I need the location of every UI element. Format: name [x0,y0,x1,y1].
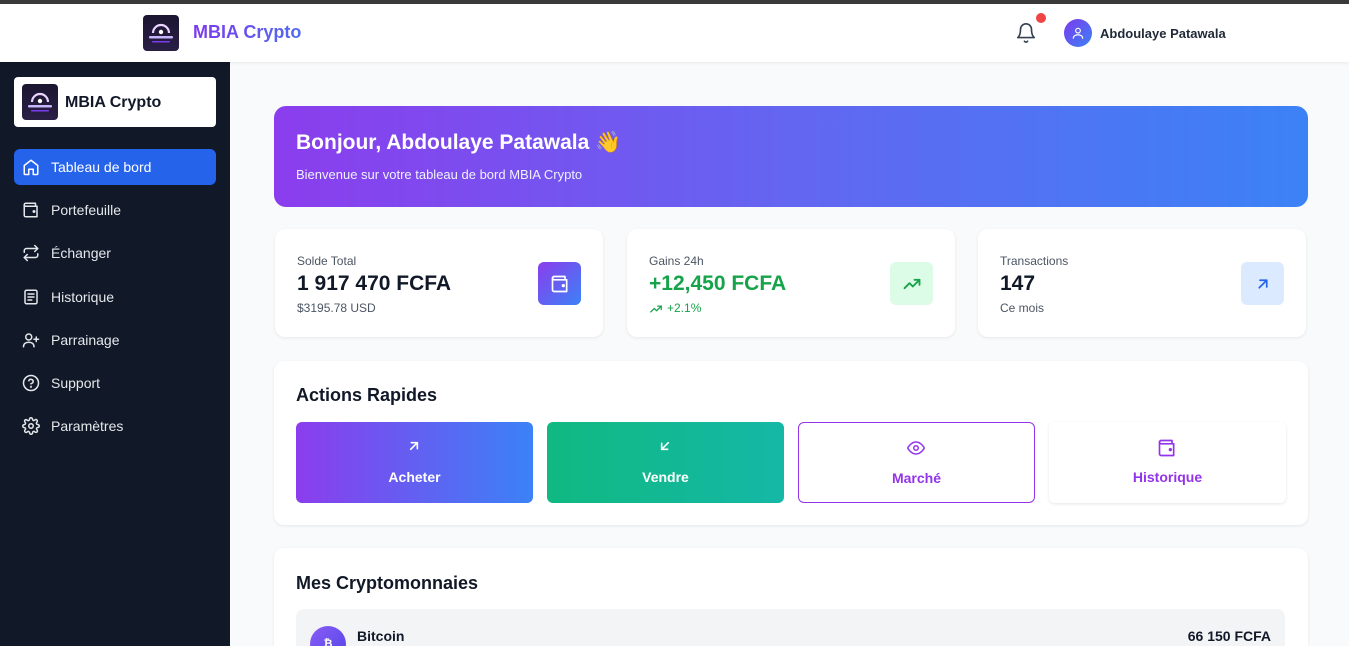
top-header: MBIA Crypto Abdoulaye Patawala [0,4,1349,62]
stat-card-total-balance: Solde Total 1 917 470 FCFA $3195.78 USD [275,229,603,337]
header-brand-name[interactable]: MBIA Crypto [193,22,301,43]
sidebar-item-wallet[interactable]: Portefeuille [14,192,216,228]
my-cryptos-title: Mes Cryptomonnaies [296,573,479,593]
stat-label: Transactions [1000,254,1069,268]
sell-button[interactable]: Vendre [547,422,784,503]
welcome-title: Bonjour, Abdoulaye Patawala 👋 [296,131,622,154]
svg-text:₿: ₿ [324,638,333,646]
sidebar-item-dashboard[interactable]: Tableau de bord [14,149,216,185]
help-icon [22,374,40,392]
sidebar-item-settings[interactable]: Paramètres [14,408,216,444]
list-item[interactable]: ₿ Bitcoin 66 150 FCFA [296,609,1285,646]
trending-up-icon [890,262,933,305]
avatar[interactable] [1064,19,1092,47]
sidebar-item-label: Portefeuille [51,202,122,218]
bell-icon[interactable] [1015,22,1037,44]
stat-card-gains-24h: Gains 24h +12,450 FCFA +2.1% [627,229,955,337]
welcome-banner: Bonjour, Abdoulaye Patawala 👋 Bienvenue … [274,106,1308,207]
sidebar-brand[interactable]: MBIA Crypto [14,77,216,127]
history-button-label: Historique [1132,469,1203,485]
sidebar-item-label: Échanger [51,245,111,261]
sidebar-item-history[interactable]: Historique [14,279,216,315]
my-cryptos-panel: Mes Cryptomonnaies ₿ Bitcoin 66 150 FCFA [274,548,1308,646]
sidebar-item-label: Support [51,375,101,391]
stat-sub: Ce mois [1000,301,1045,315]
trending-up-icon [650,305,662,313]
stat-label: Gains 24h [649,254,704,268]
wallet-icon [538,262,581,305]
sidebar-item-label: Historique [51,289,115,305]
user-plus-icon [22,333,40,348]
market-button-label: Marché [891,470,942,486]
buy-button-label: Acheter [388,469,441,485]
sidebar-item-label: Paramètres [51,418,124,434]
brand-logo[interactable] [143,15,179,51]
stat-value: 1 917 470 FCFA [297,272,452,295]
sidebar-item-exchange[interactable]: Échanger [14,235,216,271]
user-icon [1072,27,1084,39]
market-button[interactable]: Marché [798,422,1035,503]
eye-icon [907,441,925,455]
stat-label: Solde Total [297,254,357,268]
sell-button-label: Vendre [642,469,689,485]
user-name[interactable]: Abdoulaye Patawala [1100,26,1226,41]
arrow-down-left-icon [660,441,670,451]
history-button[interactable]: Historique [1049,422,1286,503]
buy-button[interactable]: Acheter [296,422,533,503]
stat-value: +12,450 FCFA [649,272,787,295]
swap-icon [23,244,39,262]
stat-sub: +2.1% [667,301,702,315]
welcome-subtitle: Bienvenue sur votre tableau de bord MBIA… [296,167,583,182]
arrow-up-right-icon [1241,262,1284,305]
wallet-icon [1158,439,1175,457]
stat-value: 147 [1000,272,1036,295]
sidebar-item-label: Parrainage [51,332,120,348]
sidebar-logo [22,84,58,120]
sidebar: MBIA Crypto Tableau de bord Portefeuille… [0,62,230,646]
gear-icon [22,417,40,435]
stat-sub: $3195.78 USD [297,301,376,315]
home-icon [23,159,39,176]
coin-value: 66 150 FCFA [1187,628,1271,644]
wallet-icon [23,202,38,218]
sidebar-item-referral[interactable]: Parrainage [14,322,216,358]
coin-name: Bitcoin [357,628,405,644]
notification-badge [1036,13,1046,23]
sidebar-item-support[interactable]: Support [14,365,216,401]
sidebar-item-label: Tableau de bord [51,159,152,175]
quick-actions-title: Actions Rapides [296,385,438,405]
arrow-up-right-icon [409,441,419,451]
quick-actions-panel: Actions Rapides Acheter Vendre Marché Hi… [274,361,1308,525]
history-icon [24,289,38,305]
bitcoin-icon: ₿ [310,626,346,646]
sidebar-brand-name: MBIA Crypto [65,94,162,111]
stat-card-transactions: Transactions 147 Ce mois [978,229,1306,337]
